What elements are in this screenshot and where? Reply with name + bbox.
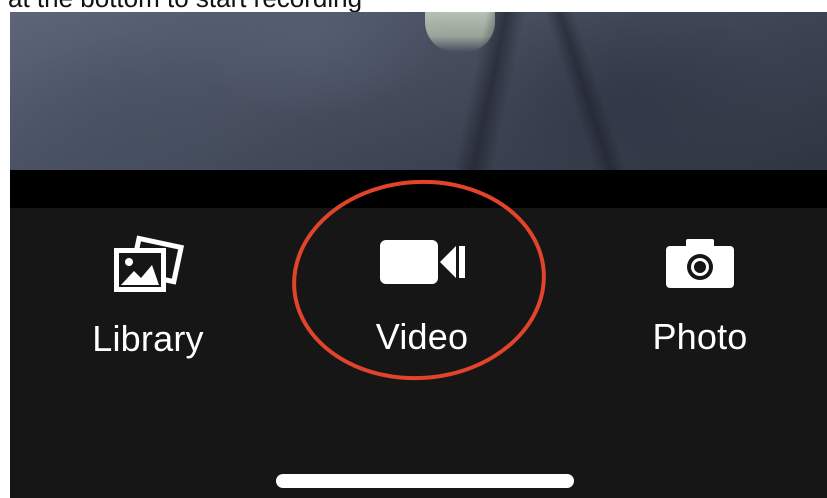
photo-label: Photo <box>652 316 748 357</box>
screenshot-page: at the bottom to start recording <box>0 0 827 498</box>
library-label: Library <box>92 318 204 359</box>
video-label: Video <box>375 316 469 357</box>
caption-text: at the bottom to start recording <box>8 0 362 12</box>
camera-icon <box>664 236 736 295</box>
preview-divider-band <box>10 170 827 208</box>
photo-button[interactable]: Photo <box>640 236 760 357</box>
home-indicator[interactable] <box>276 474 574 488</box>
caption-strip: at the bottom to start recording <box>0 0 827 12</box>
library-button[interactable]: Library <box>88 230 208 359</box>
video-camera-icon <box>376 234 468 295</box>
video-button[interactable]: Video <box>362 234 482 357</box>
photo-library-icon <box>108 230 188 305</box>
camera-preview <box>10 12 827 170</box>
capture-toolbar: Library Video Photo <box>10 208 827 498</box>
preview-fabric-fold-2 <box>544 12 626 170</box>
